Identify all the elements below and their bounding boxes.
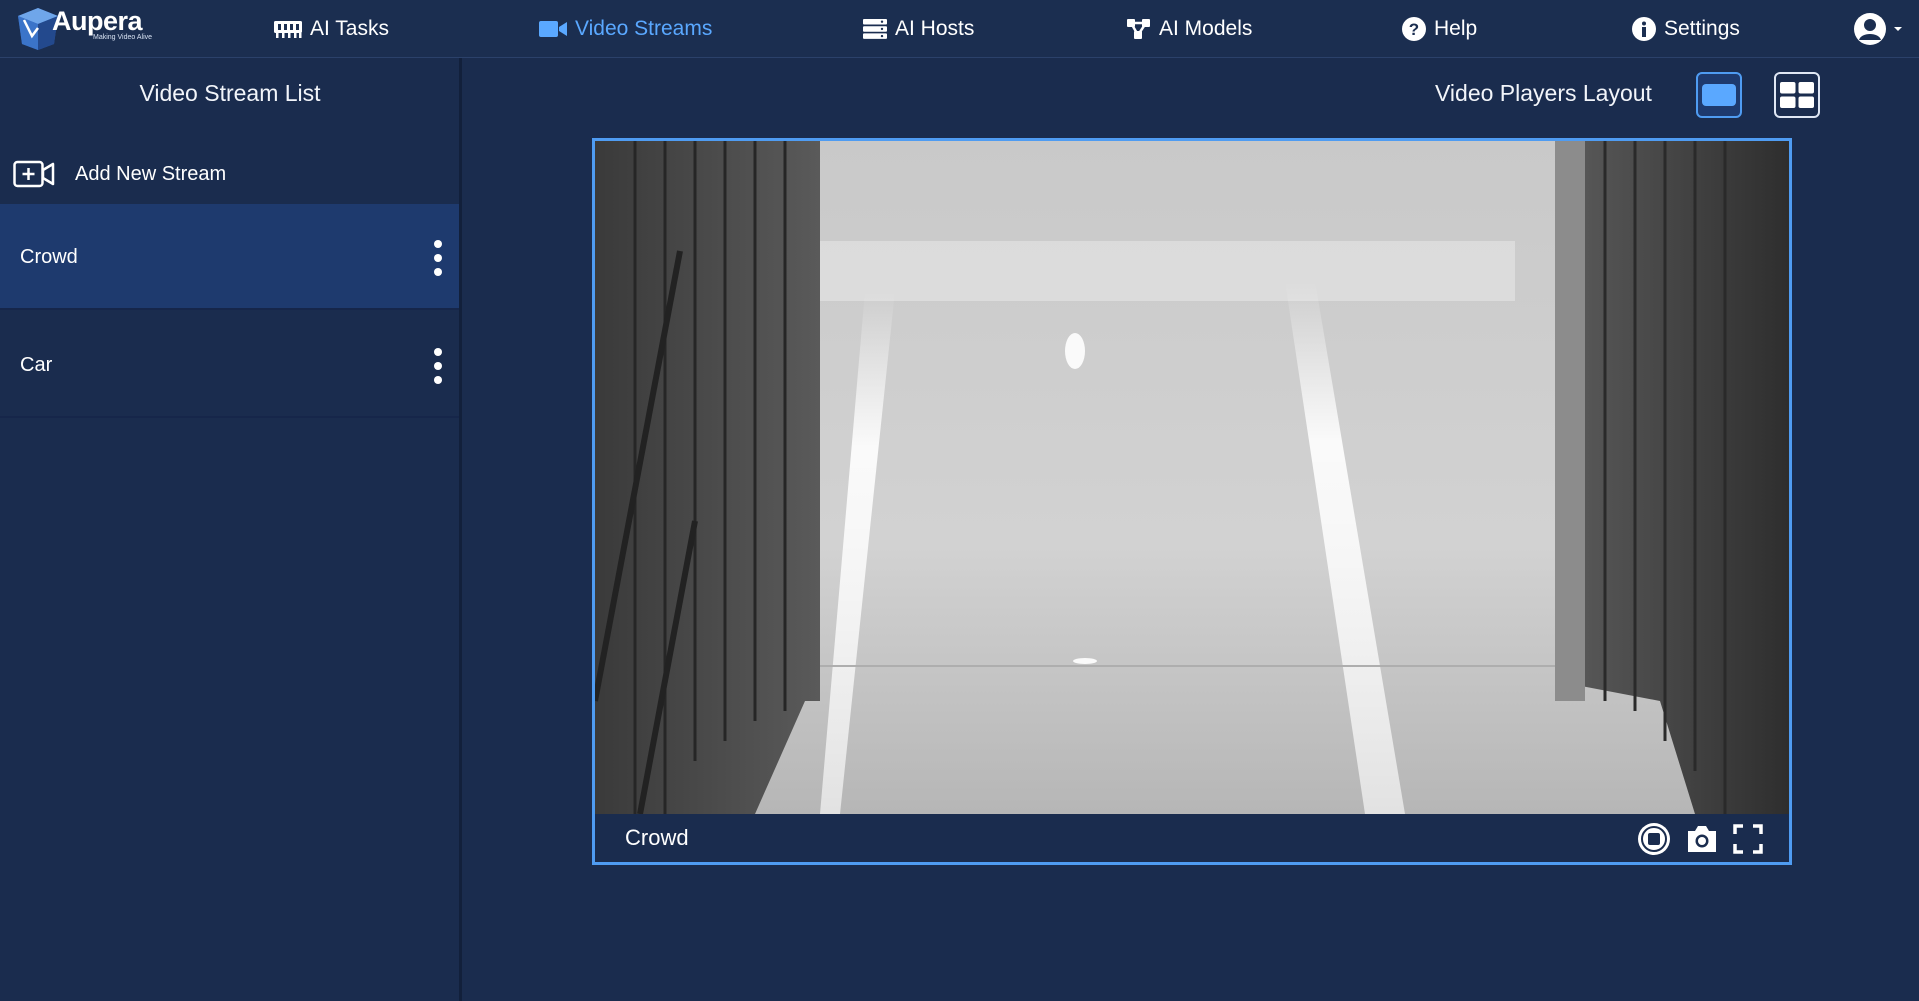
nav-ai-tasks[interactable]: AI Tasks [273,0,389,58]
player-stream-name: Crowd [625,825,689,850]
video-stream-sidebar: Video Stream List Add New Stream Crowd C… [0,58,462,1001]
video-player[interactable]: Crowd [592,138,1792,865]
nav-label: Settings [1664,17,1740,40]
add-new-stream-label: Add New Stream [75,162,227,185]
info-circle-icon [1631,16,1657,42]
ai-tasks-icon [273,19,303,39]
add-video-icon [13,160,55,188]
nav-label: Video Streams [575,17,713,40]
nav-ai-hosts[interactable]: AI Hosts [862,0,974,58]
user-avatar-icon [1854,13,1886,45]
nav-label: AI Tasks [310,17,389,40]
top-navigation-bar: Aupera Making Video Alive AI Tasks Video… [0,0,1919,58]
nav-label: Help [1434,17,1478,40]
nav-help[interactable]: ? Help [1401,0,1477,58]
stream-name: Car [20,354,53,376]
camera-snapshot-icon [1688,826,1716,852]
video-players-layout-label: Video Players Layout [1435,80,1652,106]
video-camera-icon [538,19,568,39]
nav-video-streams[interactable]: Video Streams [538,0,712,58]
model-network-icon [1126,18,1152,40]
nav-settings[interactable]: Settings [1631,0,1740,58]
grid-view-layout-button[interactable] [1774,72,1820,118]
single-view-layout-button[interactable] [1696,72,1742,118]
user-menu[interactable] [1852,11,1904,47]
fullscreen-icon [1733,824,1763,854]
svg-text:?: ? [1409,20,1419,39]
grid-view-icon [1780,82,1814,108]
server-icon [862,18,888,40]
video-player-toolbar: Crowd [595,814,1789,862]
fullscreen-button[interactable] [1731,822,1765,856]
nav-label: AI Models [1159,17,1253,40]
snapshot-button[interactable] [1685,822,1719,856]
chevron-down-icon [1894,27,1902,31]
sidebar-title: Video Stream List [139,80,321,106]
brand-tagline: Making Video Alive [93,34,153,41]
stop-icon [1638,823,1670,855]
nav-label: AI Hosts [895,17,975,40]
more-options-icon[interactable] [431,346,445,386]
single-view-icon [1702,84,1736,106]
stream-list-item-car[interactable]: Car [0,312,459,418]
stream-name: Crowd [20,246,78,268]
stream-list-item-crowd[interactable]: Crowd [0,204,459,310]
add-new-stream-button[interactable]: Add New Stream [13,152,226,196]
corridor-video-frame [595,141,1789,814]
more-options-icon[interactable] [431,238,445,278]
brand-name: Aupera [52,6,143,36]
help-circle-icon: ? [1401,16,1427,42]
nav-ai-models[interactable]: AI Models [1126,0,1252,58]
video-feed[interactable] [595,141,1789,814]
stop-button[interactable] [1637,822,1671,856]
